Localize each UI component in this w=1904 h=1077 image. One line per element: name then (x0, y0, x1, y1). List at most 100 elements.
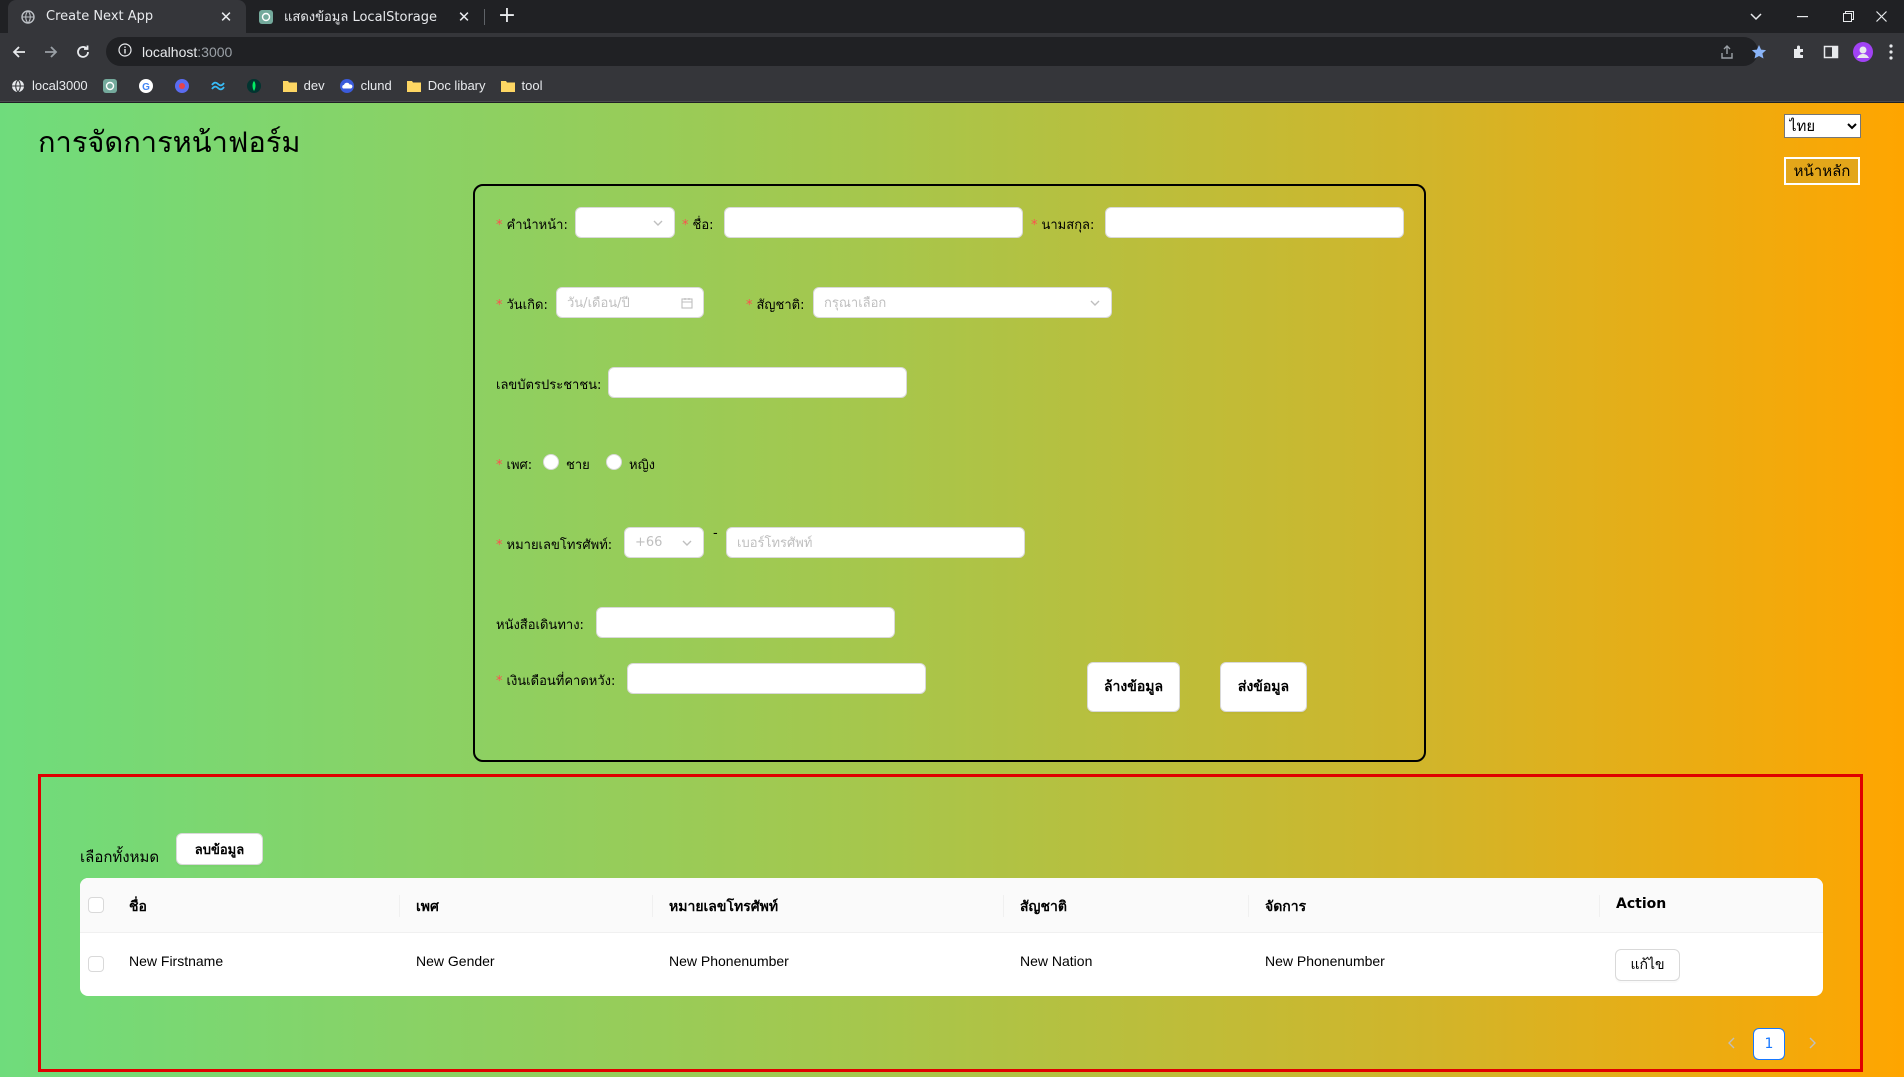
column-divider (1003, 895, 1004, 917)
bookmark-folder-dev[interactable]: dev (282, 78, 325, 94)
cell-gender: New Gender (416, 953, 495, 969)
profile-avatar-icon[interactable] (1850, 39, 1876, 65)
title-prefix-select[interactable] (575, 207, 675, 238)
passport-input[interactable] (596, 607, 895, 638)
column-header-phone[interactable]: หมายเลขโทรศัพท์ (669, 896, 778, 918)
tailwind-icon (210, 78, 226, 94)
first-name-label: * ชื่อ: (682, 218, 714, 233)
nationality-select[interactable]: กรุณาเลือก (813, 287, 1112, 318)
tab-divider (484, 9, 485, 25)
tab-create-next-app[interactable]: Create Next App ✕ (8, 0, 246, 33)
passport-label: หนังสือเดินทาง: (496, 618, 584, 633)
last-name-input[interactable] (1105, 207, 1404, 238)
birthdate-label: * วันเกิด: (496, 298, 548, 313)
bookmark-mongodb[interactable] (246, 78, 268, 94)
delete-button[interactable]: ลบข้อมูล (176, 833, 263, 865)
data-table: ชื่อ เพศ หมายเลขโทรศัพท์ สัญชาติ จัดการ … (80, 878, 1823, 996)
last-name-label: * นามสกุล: (1031, 218, 1095, 233)
globe-icon (10, 78, 26, 94)
app-icon (174, 78, 190, 94)
birthdate-picker[interactable]: วัน/เดือน/ปี (556, 287, 704, 318)
bookmark-local3000[interactable]: local3000 (10, 78, 88, 94)
gender-female-radio[interactable] (606, 454, 622, 470)
cell-phone: New Phonenumber (669, 953, 789, 969)
bookmark-google[interactable]: G (138, 78, 160, 94)
bookmark-folder-doc-libary[interactable]: Doc libary (406, 78, 486, 94)
side-panel-icon[interactable] (1818, 39, 1844, 65)
share-icon[interactable] (1714, 39, 1740, 65)
chatgpt-icon (258, 9, 274, 25)
form-container: * คำนำหน้า: * ชื่อ: * นามสกุล: * วันเกิด: วั… (473, 184, 1426, 762)
column-divider (399, 895, 400, 917)
reload-icon[interactable] (70, 39, 96, 65)
salary-label: * เงินเดือนที่คาดหวัง: (496, 674, 616, 689)
phone-code-select[interactable]: +66 (624, 527, 704, 558)
tab-localstorage[interactable]: แสดงข้อมูล LocalStorage ✕ (246, 0, 484, 33)
home-button[interactable]: หน้าหลัก (1784, 157, 1860, 185)
browser-tab-strip: Create Next App ✕ แสดงข้อมูล LocalStorag… (0, 0, 1904, 33)
bookmark-clund[interactable]: clund (339, 78, 392, 94)
chevron-down-icon (682, 540, 692, 546)
extensions-icon[interactable] (1786, 39, 1812, 65)
page-title: การจัดการหน้าฟอร์ม (38, 125, 301, 159)
column-header-manage[interactable]: จัดการ (1265, 896, 1306, 918)
bookmark-label: dev (303, 78, 325, 93)
address-bar[interactable]: localhost:3000 (106, 37, 1758, 66)
bookmark-tailwind[interactable] (210, 78, 232, 94)
column-header-gender[interactable]: เพศ (416, 896, 439, 918)
bookmark-chatgpt[interactable] (102, 78, 124, 94)
table-header: ชื่อ เพศ หมายเลขโทรศัพท์ สัญชาติ จัดการ … (80, 878, 1823, 933)
gender-female-label: หญิง (629, 458, 655, 473)
gender-male-radio[interactable] (543, 454, 559, 470)
tab-search-icon[interactable] (1733, 0, 1779, 33)
id-card-input[interactable] (608, 367, 907, 398)
close-window-button[interactable] (1858, 0, 1904, 33)
bookmark-label: Doc libary (427, 78, 486, 93)
calendar-icon (681, 298, 693, 309)
chevron-down-icon (1090, 300, 1100, 306)
bookmark-app[interactable] (174, 78, 196, 94)
salary-input[interactable] (627, 663, 926, 694)
new-tab-button[interactable]: + (496, 5, 518, 28)
bookmark-label: clund (360, 78, 392, 93)
pagination-page-1[interactable]: 1 (1753, 1028, 1785, 1060)
chatgpt-icon (102, 78, 118, 94)
phone-number-input[interactable]: เบอร์โทรศัพท์ (726, 527, 1025, 558)
back-arrow-icon[interactable] (6, 39, 32, 65)
bookmark-label: local3000 (32, 78, 88, 93)
minimize-button[interactable] (1779, 0, 1825, 33)
header-select-checkbox[interactable] (88, 897, 104, 913)
close-icon[interactable]: ✕ (218, 8, 234, 26)
bookmark-star-icon[interactable] (1746, 39, 1772, 65)
phone-label: * หมายเลขโทรศัพท์: (496, 538, 613, 553)
column-divider (652, 895, 653, 917)
column-header-name[interactable]: ชื่อ (129, 896, 147, 918)
pagination-next-icon[interactable] (1804, 1035, 1820, 1051)
column-header-nation[interactable]: สัญชาติ (1020, 896, 1067, 918)
birthdate-placeholder: วัน/เดือน/ปี (567, 296, 630, 311)
row-select-checkbox[interactable] (88, 956, 104, 972)
select-all-label[interactable]: เลือกทั้งหมด (80, 845, 159, 869)
bookmarks-bar: local3000 G dev clund Doc libary tool (0, 70, 1904, 102)
language-select[interactable]: ไทย (1784, 114, 1861, 138)
close-icon[interactable]: ✕ (456, 8, 472, 26)
info-icon[interactable] (118, 42, 132, 61)
page-content: การจัดการหน้าฟอร์ม ไทย หน้าหลัก * คำนำหน้… (0, 103, 1904, 1077)
folder-icon (500, 78, 516, 94)
clear-button[interactable]: ล้างข้อมูล (1087, 662, 1180, 712)
pagination-prev-icon[interactable] (1724, 1035, 1740, 1051)
tab-title: Create Next App (46, 9, 154, 24)
tab-title: แสดงข้อมูล LocalStorage (284, 10, 438, 25)
bookmark-folder-tool[interactable]: tool (500, 78, 542, 94)
gender-label: * เพศ: (496, 458, 533, 473)
cloud-icon (339, 78, 355, 94)
gender-male-label: ชาย (566, 458, 590, 473)
edit-button[interactable]: แก้ไข (1615, 949, 1680, 981)
browser-toolbar: localhost:3000 (0, 33, 1904, 70)
column-divider (1599, 895, 1600, 917)
menu-kebab-icon[interactable] (1882, 39, 1900, 65)
data-table-section: เลือกทั้งหมด ลบข้อมูล ชื่อ เพศ หมายเลขโท… (38, 774, 1863, 1072)
first-name-input[interactable] (724, 207, 1023, 238)
forward-arrow-icon[interactable] (38, 39, 64, 65)
submit-button[interactable]: ส่งข้อมูล (1220, 662, 1307, 712)
